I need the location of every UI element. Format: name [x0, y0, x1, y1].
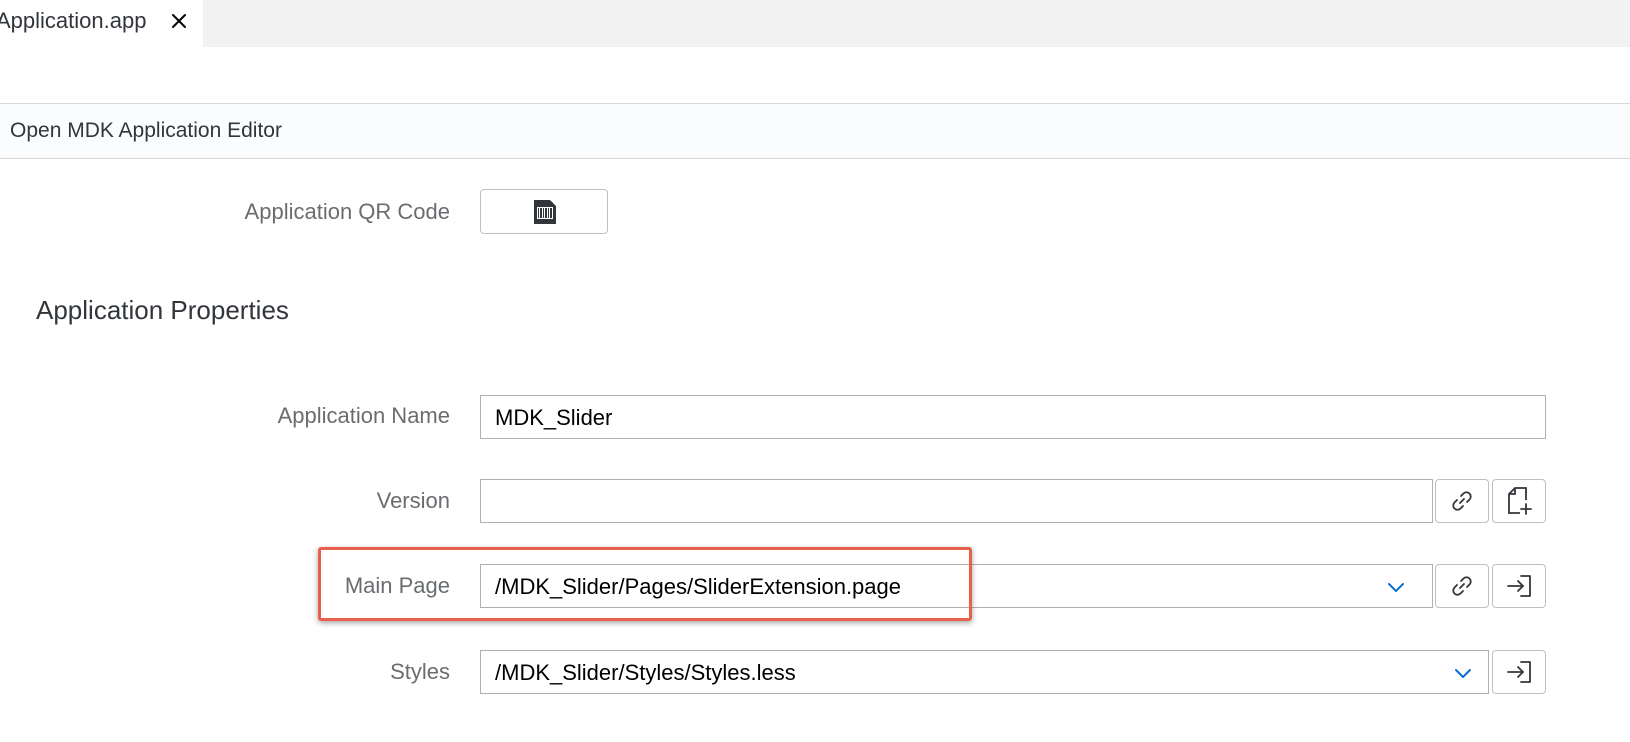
version-new-file-button[interactable]	[1492, 479, 1546, 523]
open-icon	[1507, 575, 1531, 597]
application-name-field[interactable]: MDK_Slider	[480, 395, 1546, 439]
main-page-select[interactable]: /MDK_Slider/Pages/SliderExtension.page	[480, 564, 1433, 608]
application-name-value: MDK_Slider	[495, 405, 613, 430]
qr-code-label: Application QR Code	[244, 199, 450, 224]
open-icon	[1507, 661, 1531, 683]
divider	[0, 158, 1630, 159]
version-field[interactable]	[480, 479, 1433, 523]
styles-select[interactable]: /MDK_Slider/Styles/Styles.less	[480, 650, 1489, 694]
main-page-open-button[interactable]	[1492, 564, 1546, 608]
version-bind-button[interactable]	[1435, 479, 1489, 523]
styles-value: /MDK_Slider/Styles/Styles.less	[495, 660, 796, 685]
styles-label: Styles	[390, 659, 450, 684]
close-icon[interactable]	[170, 9, 188, 33]
styles-open-button[interactable]	[1492, 650, 1546, 694]
link-icon	[1452, 576, 1472, 596]
chevron-down-icon[interactable]	[1386, 578, 1406, 596]
main-page-label: Main Page	[344, 573, 450, 598]
section-title: Application Properties	[36, 295, 289, 325]
open-editor-link[interactable]: Open MDK Application Editor	[10, 118, 282, 144]
new-file-icon	[1508, 487, 1532, 515]
tab-title: Application.app	[0, 8, 147, 33]
qr-code-button[interactable]	[480, 189, 608, 234]
chevron-down-icon[interactable]	[1453, 664, 1473, 682]
link-icon	[1452, 491, 1472, 511]
application-name-label: Application Name	[277, 403, 450, 428]
main-page-bind-button[interactable]	[1435, 564, 1489, 608]
main-page-value: /MDK_Slider/Pages/SliderExtension.page	[495, 574, 902, 599]
tab-application-app[interactable]: Application.app	[0, 0, 203, 47]
qr-code-icon	[534, 199, 556, 224]
version-label: Version	[376, 488, 450, 513]
tab-bar: Application.app	[0, 0, 1630, 47]
